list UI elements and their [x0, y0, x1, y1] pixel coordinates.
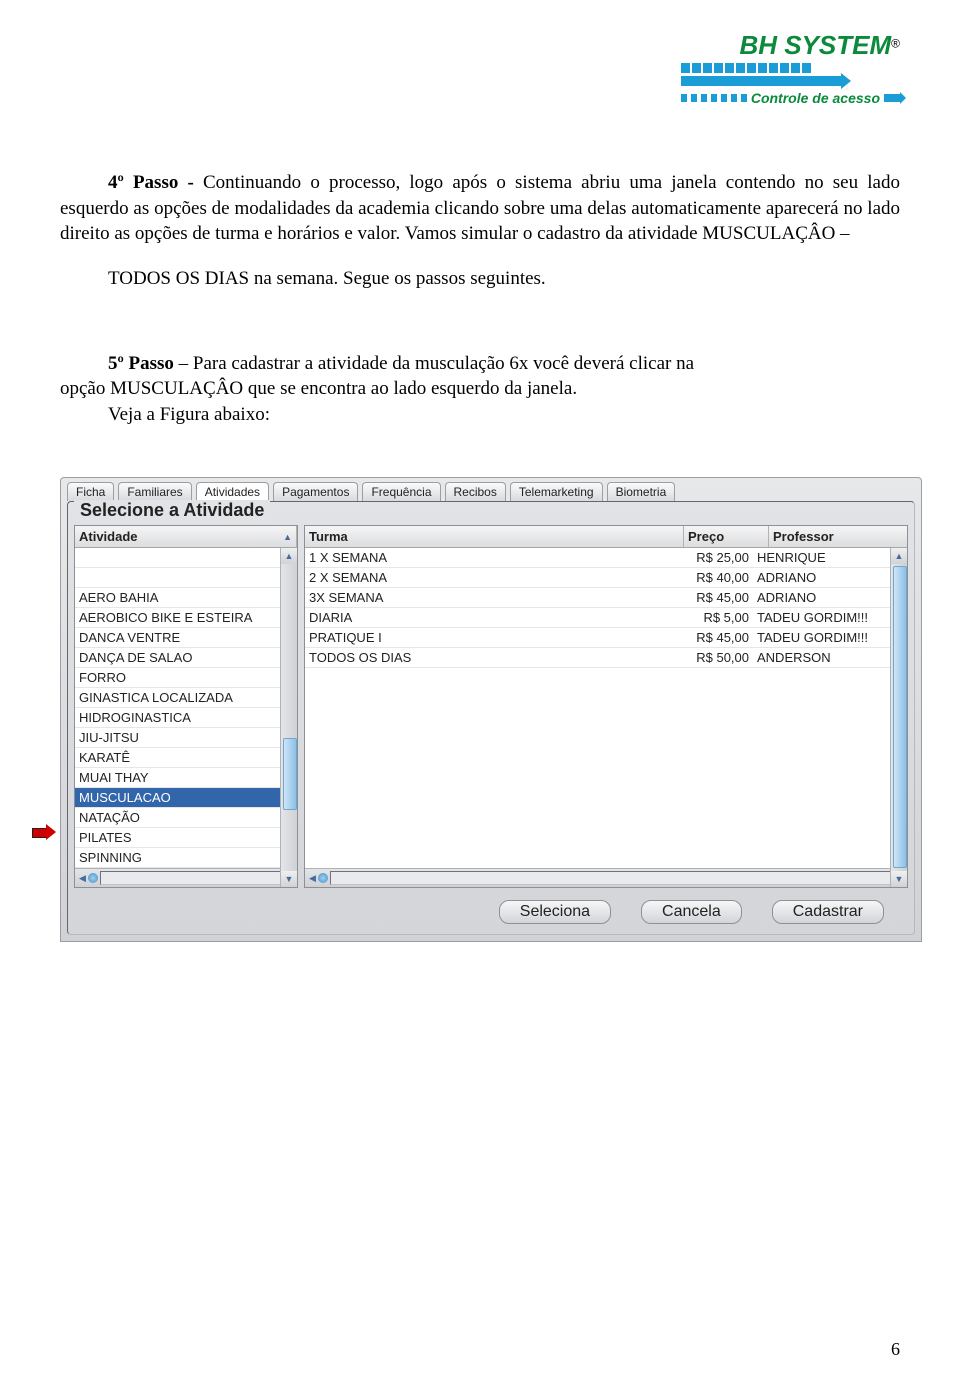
col-header-preco[interactable]: Preço	[684, 526, 769, 547]
tab-familiares[interactable]: Familiares	[118, 482, 191, 501]
brand-logo: BH SYSTEM® Controle de acesso	[681, 30, 900, 106]
red-pointer-arrow-icon	[32, 825, 56, 839]
list-item[interactable]: AERO BAHIA	[75, 588, 281, 608]
turma-vertical-scrollbar[interactable]: ▲ ▼	[890, 548, 907, 887]
seleciona-button[interactable]: Seleciona	[499, 900, 611, 924]
paragraph-see-figure: Veja a Figura abaixo:	[108, 402, 900, 428]
tab-bar: Ficha Familiares Atividades Pagamentos F…	[61, 478, 921, 501]
list-item[interactable]: KARATÊ	[75, 748, 281, 768]
list-item[interactable]: GINASTICA LOCALIZADA	[75, 688, 281, 708]
logo-tagline-row: Controle de acesso	[681, 90, 900, 106]
tab-recibos[interactable]: Recibos	[445, 482, 506, 501]
table-row[interactable]: PRATIQUE IR$ 45,00TADEU GORDIM!!!	[305, 628, 891, 648]
activity-dialog: Ficha Familiares Atividades Pagamentos F…	[60, 477, 922, 942]
scroll-left-icon[interactable]: ◀	[79, 873, 86, 884]
tab-biometria[interactable]: Biometria	[607, 482, 676, 501]
list-item[interactable]: AEROBICO BIKE E ESTEIRA	[75, 608, 281, 628]
list-item[interactable]	[75, 548, 281, 568]
atividade-vertical-scrollbar[interactable]: ▲ ▼	[280, 548, 297, 887]
list-item[interactable]	[75, 568, 281, 588]
list-item[interactable]: HIDROGINASTICA	[75, 708, 281, 728]
list-item[interactable]: MUSCULACAO	[75, 788, 281, 808]
tab-atividades[interactable]: Atividades	[196, 482, 269, 501]
turma-table[interactable]: Turma Preço Professor 1 X SEMANAR$ 25,00…	[304, 525, 908, 888]
tab-pagamentos[interactable]: Pagamentos	[273, 482, 358, 501]
atividade-list[interactable]: Atividade ▲ AERO BAHIAAEROBICO BIKE E ES…	[74, 525, 298, 888]
turma-horizontal-scrollbar[interactable]: ◀ ▶	[305, 868, 907, 887]
select-activity-group: Selecione a Atividade Atividade ▲ AERO B…	[67, 501, 915, 935]
logo-small-arrow-icon	[884, 94, 900, 102]
scroll-indicator-icon	[88, 873, 98, 883]
scroll-left-icon[interactable]: ◀	[309, 873, 316, 884]
scroll-down-icon[interactable]: ▼	[891, 871, 907, 887]
tab-telemarketing[interactable]: Telemarketing	[510, 482, 603, 501]
cadastrar-button[interactable]: Cadastrar	[772, 900, 884, 924]
tab-ficha[interactable]: Ficha	[67, 482, 114, 501]
page-number: 6	[891, 1339, 900, 1360]
logo-tagline: Controle de acesso	[751, 90, 880, 106]
list-item[interactable]: FORRO	[75, 668, 281, 688]
table-row[interactable]: 1 X SEMANAR$ 25,00HENRIQUE	[305, 548, 891, 568]
table-row[interactable]: TODOS OS DIASR$ 50,00ANDERSON	[305, 648, 891, 668]
tab-frequencia[interactable]: Frequência	[362, 482, 440, 501]
scroll-indicator-icon	[318, 873, 328, 883]
col-header-atividade[interactable]: Atividade ▲	[75, 526, 297, 547]
scroll-up-icon[interactable]: ▲	[281, 548, 297, 564]
col-header-professor[interactable]: Professor	[769, 526, 907, 547]
registered-mark-icon: ®	[891, 37, 900, 51]
cancela-button[interactable]: Cancela	[641, 900, 742, 924]
paragraph-step-5: 5º Passo – Para cadastrar a atividade da…	[60, 351, 900, 377]
list-item[interactable]: MUAI THAY	[75, 768, 281, 788]
group-title: Selecione a Atividade	[74, 500, 270, 521]
list-item[interactable]: SPINNING	[75, 848, 281, 868]
list-item[interactable]: DANÇA DE SALAO	[75, 648, 281, 668]
scrollbar-thumb[interactable]	[893, 566, 907, 868]
scrollbar-thumb[interactable]	[283, 738, 297, 810]
table-row[interactable]: DIARIAR$ 5,00TADEU GORDIM!!!	[305, 608, 891, 628]
table-row[interactable]: 2 X SEMANAR$ 40,00ADRIANO	[305, 568, 891, 588]
paragraph-step-4-cont: TODOS OS DIAS na semana. Segue os passos…	[108, 266, 900, 292]
logo-text: BH SYSTEM	[739, 30, 891, 60]
paragraph-step-4: 4º Passo - Continuando o processo, logo …	[60, 170, 900, 247]
logo-bars-icon	[681, 63, 900, 73]
scroll-up-icon[interactable]: ▲	[891, 548, 907, 564]
col-header-turma[interactable]: Turma	[305, 526, 684, 547]
sort-asc-icon: ▲	[283, 532, 292, 542]
list-item[interactable]: NATAÇÃO	[75, 808, 281, 828]
logo-arrow-icon	[681, 76, 841, 86]
list-item[interactable]: PILATES	[75, 828, 281, 848]
table-row[interactable]: 3X SEMANAR$ 45,00ADRIANO	[305, 588, 891, 608]
atividade-horizontal-scrollbar[interactable]: ◀ ▶	[75, 868, 297, 887]
scroll-down-icon[interactable]: ▼	[281, 871, 297, 887]
list-item[interactable]: JIU-JITSU	[75, 728, 281, 748]
paragraph-step-5-cont: opção MUSCULAÇÂO que se encontra ao lado…	[60, 376, 900, 402]
list-item[interactable]: DANCA VENTRE	[75, 628, 281, 648]
